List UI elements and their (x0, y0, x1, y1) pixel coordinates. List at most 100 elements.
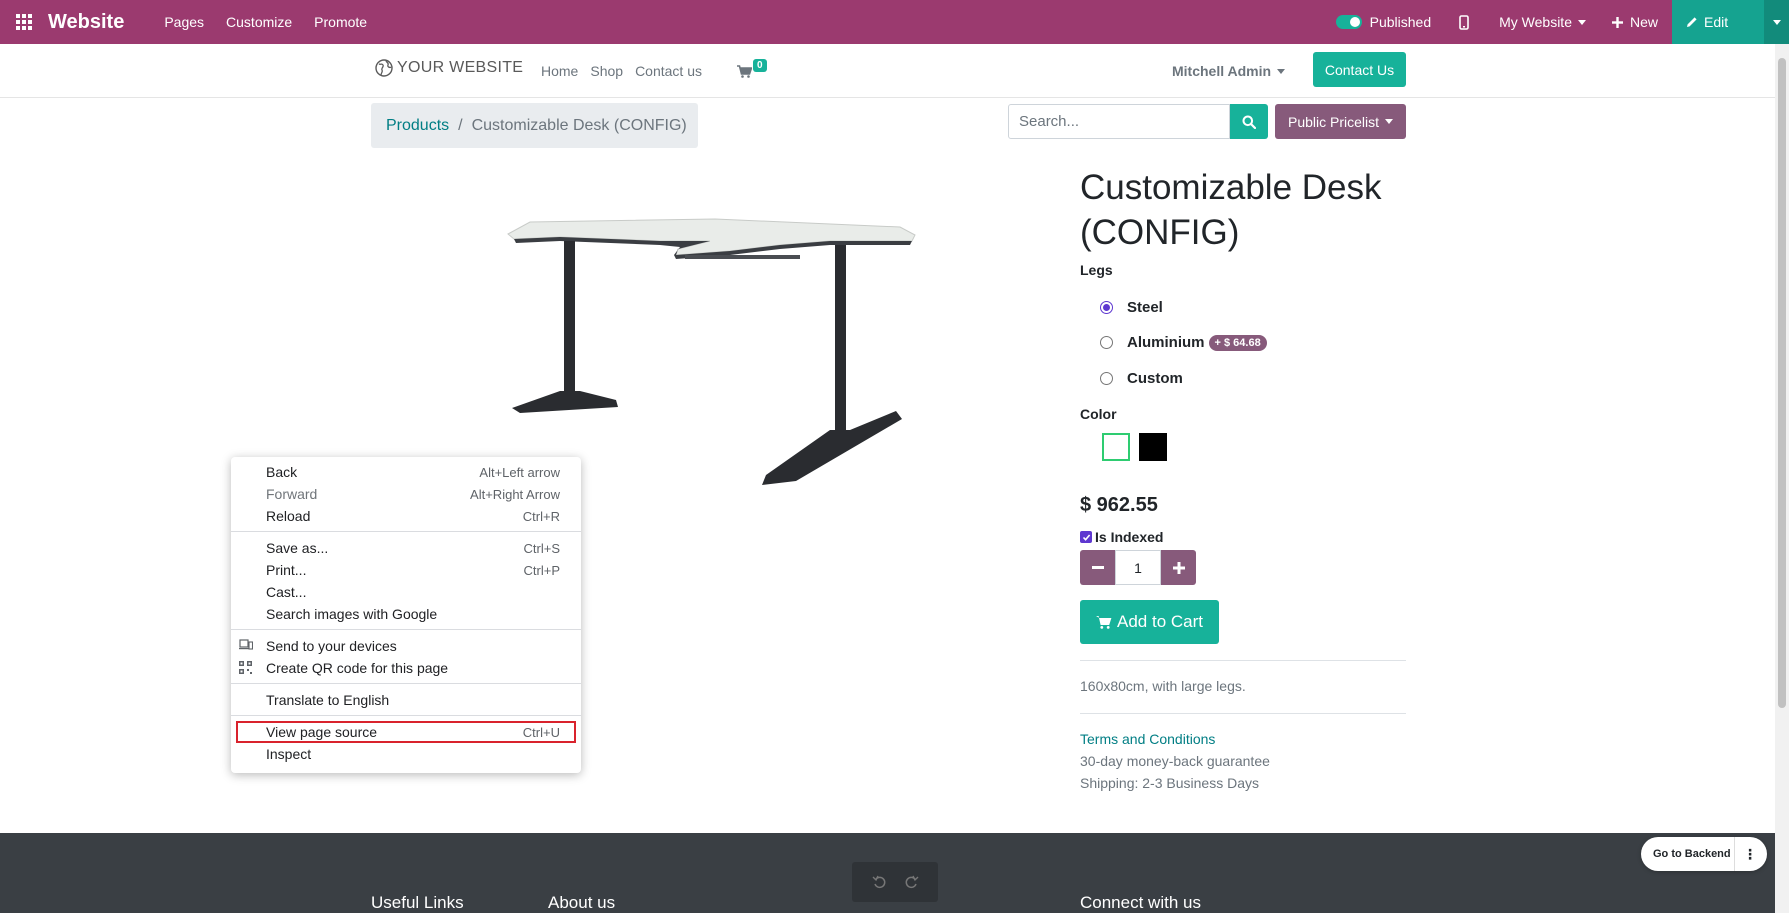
divider (1080, 660, 1406, 661)
published-label: Published (1369, 14, 1432, 30)
menu-item-label: Translate to English (266, 692, 390, 708)
checkbox-checked-icon[interactable] (1080, 531, 1092, 543)
price-extra-badge: + $ 64.68 (1208, 334, 1267, 351)
pricelist-dropdown[interactable]: Public Pricelist (1275, 104, 1406, 139)
legs-option-custom[interactable]: Custom (1100, 370, 1183, 387)
website-admin-bar: Website Pages Customize Promote Publishe… (0, 0, 1789, 44)
breadcrumb-products-link[interactable]: Products (386, 117, 449, 135)
shipping-text: Shipping: 2-3 Business Days (1080, 775, 1259, 791)
menu-item-label: View page source (266, 724, 378, 740)
radio-selected-icon[interactable] (1100, 301, 1113, 314)
quantity-decrease-button[interactable] (1080, 550, 1115, 585)
product-price: $ 962.55 (1080, 494, 1158, 516)
undo-icon[interactable] (872, 874, 888, 890)
search-button[interactable] (1230, 104, 1268, 139)
chevron-down-icon (1277, 68, 1286, 74)
context-menu-create-qr[interactable]: Create QR code for this page (231, 657, 581, 679)
color-swatch-white[interactable] (1102, 433, 1130, 461)
nav-home[interactable]: Home (541, 63, 578, 79)
breadcrumb-current: Customizable Desk (CONFIG) (471, 116, 687, 134)
context-menu-send-to-devices[interactable]: Send to your devices (231, 635, 581, 657)
legs-option-steel[interactable]: Steel (1100, 299, 1163, 316)
nav-shop[interactable]: Shop (590, 63, 623, 79)
context-menu-view-page-source[interactable]: View page source Ctrl+U (236, 721, 576, 743)
menu-item-label: Back (266, 464, 298, 480)
quantity-stepper: 1 (1080, 550, 1196, 585)
terms-and-conditions-link[interactable]: Terms and Conditions (1080, 731, 1215, 747)
product-description: 160x80cm, with large legs. (1080, 678, 1246, 694)
plus-icon (1172, 561, 1185, 574)
context-menu-search-images[interactable]: Search images with Google (231, 603, 581, 625)
context-menu-translate[interactable]: Translate to English (231, 689, 581, 711)
edit-label: Edit (1704, 14, 1729, 30)
context-menu-save-as[interactable]: Save as... Ctrl+S (231, 537, 581, 559)
devices-icon (239, 639, 253, 650)
legs-option-label: Steel (1127, 299, 1163, 316)
menu-item-label: Cast... (266, 584, 307, 600)
menu-pages[interactable]: Pages (164, 14, 204, 30)
legs-option-label: Custom (1127, 370, 1183, 387)
go-to-backend-label: Go to Backend (1653, 848, 1731, 860)
context-menu-forward[interactable]: Forward Alt+Right Arrow (231, 483, 581, 505)
context-menu-reload[interactable]: Reload Ctrl+R (231, 505, 581, 527)
footer-heading-connect: Connect with us (1080, 893, 1201, 912)
context-menu-back[interactable]: Back Alt+Left arrow (231, 461, 581, 483)
user-name: Mitchell Admin (1172, 63, 1272, 79)
menu-item-label: Forward (266, 486, 318, 502)
nav-contact-us[interactable]: Contact us (635, 63, 702, 79)
chevron-down-icon (1385, 119, 1394, 124)
user-menu[interactable]: Mitchell Admin (1172, 63, 1286, 79)
redo-icon[interactable] (903, 874, 919, 890)
menu-customize[interactable]: Customize (226, 14, 292, 30)
menu-item-shortcut: Alt+Left arrow (479, 464, 560, 480)
scrollbar-thumb[interactable] (1778, 58, 1786, 708)
contact-us-button[interactable]: Contact Us (1313, 52, 1406, 87)
menu-item-label: Reload (266, 508, 311, 524)
shopping-cart-icon (1096, 616, 1112, 629)
legs-option-aluminium[interactable]: Aluminium + $ 64.68 (1100, 334, 1267, 351)
menu-promote[interactable]: Promote (314, 14, 367, 30)
website-logo[interactable]: YOUR WEBSITE (375, 59, 523, 77)
website-logo-text: YOUR WEBSITE (397, 59, 524, 76)
pricelist-label: Public Pricelist (1287, 113, 1380, 130)
add-to-cart-label: Add to Cart (1117, 612, 1203, 631)
edit-dropdown-toggle[interactable] (1764, 0, 1789, 44)
menu-item-shortcut: Ctrl+R (522, 508, 560, 524)
mobile-preview-icon[interactable] (1459, 14, 1469, 30)
quantity-input[interactable]: 1 (1115, 550, 1161, 585)
new-label: New (1629, 14, 1658, 30)
menu-separator (231, 683, 581, 684)
context-menu-cast[interactable]: Cast... (231, 581, 581, 603)
app-brand[interactable]: Website (48, 11, 124, 34)
menu-item-shortcut: Ctrl+S (523, 540, 560, 556)
legs-option-label: Aluminium (1127, 334, 1205, 351)
add-to-cart-button[interactable]: Add to Cart (1080, 600, 1219, 644)
radio-icon[interactable] (1100, 336, 1113, 349)
context-menu-inspect[interactable]: Inspect (231, 743, 581, 765)
apps-menu-icon[interactable] (0, 0, 48, 44)
menu-separator (231, 715, 581, 716)
radio-icon[interactable] (1100, 372, 1113, 385)
footer-heading-about-us: About us (548, 893, 616, 912)
product-image (507, 218, 916, 485)
website-switcher[interactable]: My Website (1499, 14, 1586, 30)
edit-button[interactable]: Edit (1672, 0, 1764, 44)
context-menu-print[interactable]: Print... Ctrl+P (231, 559, 581, 581)
go-to-backend-button[interactable]: Go to Backend ⋮ (1641, 837, 1767, 871)
color-attribute-label: Color (1080, 406, 1117, 422)
globe-icon (375, 59, 393, 77)
website-switcher-label: My Website (1499, 14, 1572, 30)
toggle-switch-icon (1335, 15, 1362, 29)
cart-link[interactable]: 0 (737, 59, 767, 78)
pencil-icon (1687, 17, 1697, 27)
quantity-increase-button[interactable] (1161, 550, 1196, 585)
published-toggle[interactable]: Published (1335, 14, 1432, 30)
website-header: YOUR WEBSITE Home Shop Contact us 0 Mitc… (0, 44, 1775, 98)
legs-attribute-label: Legs (1080, 262, 1113, 278)
is-indexed-checkbox[interactable]: Is Indexed (1080, 529, 1163, 545)
guarantee-text: 30-day money-back guarantee (1080, 753, 1270, 769)
color-swatch-black[interactable] (1139, 433, 1167, 461)
search-input[interactable]: Search... (1008, 104, 1230, 139)
more-options-icon[interactable]: ⋮ (1734, 837, 1757, 871)
new-content-button[interactable]: New (1611, 14, 1658, 30)
